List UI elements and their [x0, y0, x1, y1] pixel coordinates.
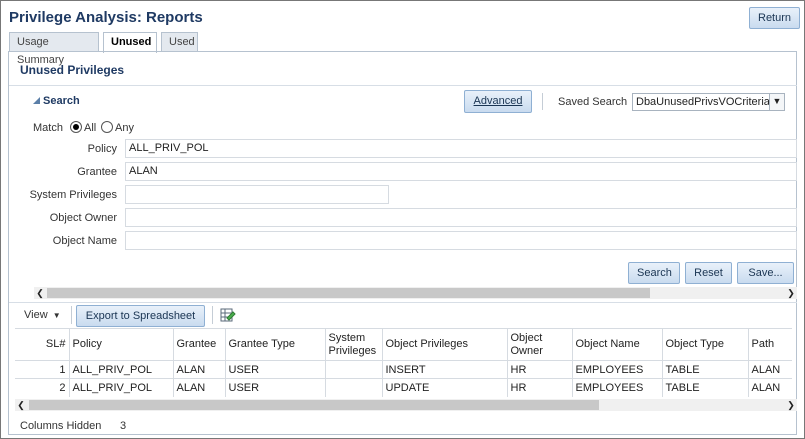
policy-field[interactable]: ALL_PRIV_POL: [125, 139, 797, 158]
page-title: Privilege Analysis: Reports: [9, 9, 203, 26]
saved-search-label: Saved Search: [558, 96, 628, 108]
table-cell: 2: [15, 378, 70, 397]
search-header[interactable]: Search: [33, 95, 80, 107]
column-header[interactable]: System Privileges: [325, 328, 383, 361]
column-header[interactable]: Object Privileges: [382, 328, 508, 361]
policy-label: Policy: [87, 143, 117, 155]
tab-usage-summary[interactable]: Usage Summary: [9, 32, 99, 66]
table-cell: EMPLOYEES: [572, 360, 663, 379]
system-privileges-label: System Privileges: [29, 189, 117, 201]
match-all-option[interactable]: All: [70, 121, 96, 134]
scroll-right-icon[interactable]: ❯: [785, 287, 797, 299]
scrollbar-thumb[interactable]: [29, 400, 599, 410]
advanced-button[interactable]: Advanced: [464, 90, 532, 113]
object-owner-label: Object Owner: [49, 212, 117, 224]
column-header[interactable]: Object Type: [662, 328, 749, 361]
table-cell: HR: [507, 378, 573, 397]
radio-any[interactable]: [101, 121, 113, 133]
column-header[interactable]: Policy: [69, 328, 174, 361]
search-title-label: Search: [43, 95, 80, 107]
columns-hidden-count: 3: [120, 420, 127, 432]
table-cell: [325, 360, 383, 379]
view-menu-label: View: [24, 309, 48, 321]
column-header[interactable]: Grantee Type: [225, 328, 326, 361]
saved-search-value: DbaUnusedPrivsVOCriteria: [636, 96, 770, 108]
table-cell: ALAN: [748, 360, 792, 379]
column-header[interactable]: Grantee: [173, 328, 226, 361]
app-window: Privilege Analysis: Reports Return Usage…: [0, 0, 805, 439]
table-cell: TABLE: [662, 360, 749, 379]
table-cell: INSERT: [382, 360, 508, 379]
scroll-left-icon[interactable]: ❮: [34, 287, 46, 299]
spreadsheet-edit-icon[interactable]: [220, 307, 236, 323]
view-menu[interactable]: View ▼: [24, 309, 61, 321]
column-header[interactable]: SL#: [15, 328, 70, 361]
grantee-field[interactable]: ALAN: [125, 162, 797, 181]
object-name-field[interactable]: [125, 231, 797, 250]
column-header[interactable]: Path: [748, 329, 792, 361]
export-to-spreadsheet-button[interactable]: Export to Spreadsheet: [76, 305, 205, 327]
table-cell: ALAN: [748, 378, 792, 397]
scroll-right-icon[interactable]: ❯: [785, 399, 797, 411]
match-any-option[interactable]: Any: [101, 121, 134, 134]
scroll-left-icon[interactable]: ❮: [15, 399, 27, 411]
table-cell: UPDATE: [382, 378, 508, 397]
table-cell: ALAN: [173, 378, 226, 397]
tab-used[interactable]: Used: [161, 32, 198, 52]
chevron-down-icon[interactable]: ▼: [769, 94, 784, 110]
column-header[interactable]: Object Name: [572, 328, 663, 361]
columns-hidden-label: Columns Hidden: [20, 420, 102, 432]
table-horizontal-scrollbar[interactable]: ❮ ❯: [15, 399, 797, 411]
advanced-label: Advanced: [473, 95, 523, 107]
toolbar-separator: [542, 93, 543, 110]
object-name-label: Object Name: [52, 235, 117, 247]
system-privileges-field[interactable]: [125, 185, 389, 204]
reset-button[interactable]: Reset: [685, 262, 732, 284]
table-cell: ALL_PRIV_POL: [69, 378, 174, 397]
triangle-collapse-icon[interactable]: [33, 97, 40, 104]
section-title: Unused Privileges: [20, 63, 125, 77]
scrollbar-thumb[interactable]: [47, 288, 650, 298]
section-divider: [9, 85, 797, 86]
search-button[interactable]: Search: [628, 262, 680, 284]
table-cell: EMPLOYEES: [572, 378, 663, 397]
radio-all[interactable]: [70, 121, 82, 133]
return-button[interactable]: Return: [749, 7, 800, 29]
results-divider: [9, 302, 797, 303]
match-label: Match: [33, 122, 63, 134]
table-row[interactable]: 1 ALL_PRIV_POL ALAN USER INSERT HR EMPLO…: [15, 360, 792, 379]
table-cell: HR: [507, 360, 573, 379]
toolbar-separator: [212, 306, 213, 324]
saved-search-select[interactable]: DbaUnusedPrivsVOCriteria ▼: [632, 93, 785, 111]
table-cell: USER: [225, 378, 326, 397]
table-cell: USER: [225, 360, 326, 379]
caret-down-icon: ▼: [52, 311, 61, 320]
match-any-label: Any: [115, 122, 134, 134]
object-owner-field[interactable]: [125, 208, 797, 227]
match-all-label: All: [84, 122, 97, 134]
grantee-label: Grantee: [77, 166, 117, 178]
results-table: SL# Policy Grantee Grantee Type System P…: [15, 328, 792, 397]
table-cell: [325, 378, 383, 397]
table-cell: ALL_PRIV_POL: [69, 360, 174, 379]
table-cell: 1: [15, 360, 70, 379]
toolbar-separator: [71, 306, 72, 324]
tab-unused[interactable]: Unused: [103, 32, 157, 53]
column-header[interactable]: Object Owner: [507, 328, 573, 361]
table-row[interactable]: 2 ALL_PRIV_POL ALAN USER UPDATE HR EMPLO…: [15, 378, 792, 397]
search-horizontal-scrollbar[interactable]: ❮ ❯: [34, 287, 797, 299]
table-cell: ALAN: [173, 360, 226, 379]
table-cell: TABLE: [662, 378, 749, 397]
save-button[interactable]: Save...: [737, 262, 794, 284]
